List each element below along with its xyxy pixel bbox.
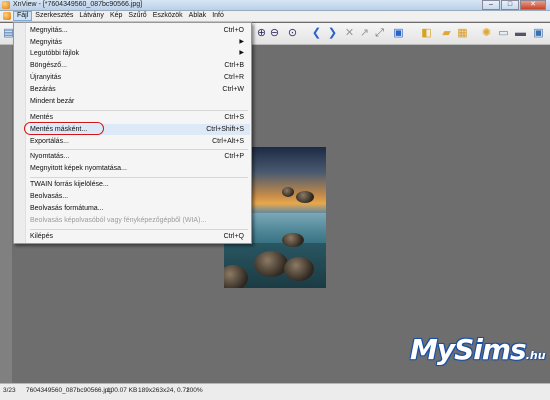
menu-item-shortcut: Ctrl+B [224, 62, 244, 69]
settings-icon[interactable]: ✺ [480, 27, 493, 40]
watermark-suffix: .hu [525, 349, 546, 362]
menu-item-shortcut: Ctrl+W [222, 86, 244, 93]
submenu-arrow-icon: ▶ [239, 50, 244, 56]
image-rock [224, 265, 248, 288]
submenu-arrow-icon: ▶ [239, 39, 244, 45]
menu-edit[interactable]: Szerkesztés [32, 11, 76, 21]
menu-item-twain-source[interactable]: TWAIN forrás kijelölése... [30, 179, 250, 190]
menu-item-open[interactable]: Megnyitás... Ctrl+O [30, 25, 250, 36]
maximize-button[interactable]: □ [501, 0, 519, 10]
save-as-highlight-ring [24, 122, 104, 135]
menu-item-label: Nyomtatás... [30, 153, 70, 160]
folder-icon[interactable]: ▰ [440, 27, 453, 40]
menu-item-label: Kilépés [30, 233, 53, 240]
rotate-icon[interactable]: ✕ [343, 27, 356, 40]
menu-separator [30, 177, 248, 178]
menu-item-label: Legutóbbi fájlok [30, 50, 80, 57]
menu-separator [30, 149, 248, 150]
image-rock [284, 257, 314, 281]
menu-item-shortcut: Ctrl+R [223, 74, 244, 81]
menu-item-print-open-images[interactable]: Megnyitott képek nyomtatása... [30, 163, 250, 174]
menu-item-shortcut: Ctrl+Shift+S [206, 126, 244, 133]
prev-icon[interactable]: ❮ [310, 27, 323, 40]
menu-filter[interactable]: Szűrő [125, 11, 149, 21]
copy-icon[interactable]: ◧ [420, 27, 433, 40]
menu-separator [30, 229, 248, 230]
menu-item-label: Böngésző... [30, 62, 67, 69]
palette-icon[interactable]: ▣ [392, 27, 405, 40]
menu-separator [30, 110, 248, 111]
menu-item-label: Megnyitás... [30, 27, 68, 34]
minimize-button[interactable]: – [482, 0, 500, 10]
title-bar: XnView - [*7604349560_087bc90566.jpg] – … [0, 0, 550, 11]
menu-file[interactable]: Fájl [13, 11, 33, 21]
next-icon[interactable]: ❯ [326, 27, 339, 40]
menu-item-browser[interactable]: Böngésző... Ctrl+B [30, 60, 250, 71]
image-rock [282, 187, 294, 197]
menu-item-open-submenu[interactable]: Megnyitás ▶ [30, 37, 250, 48]
crop-icon[interactable]: ↗ [358, 27, 371, 40]
window-title: XnView - [*7604349560_087bc90566.jpg] [13, 1, 143, 8]
status-dimensions: 189x263x24, 0.72 [138, 387, 190, 394]
menu-item-label: TWAIN forrás kijelölése... [30, 181, 109, 188]
status-filesize: 100.07 KB [107, 387, 138, 394]
menu-item-recent-files[interactable]: Legutóbbi fájlok ▶ [30, 48, 250, 59]
menu-item-print[interactable]: Nyomtatás... Ctrl+P [30, 151, 250, 162]
menu-item-shortcut: Ctrl+Q [223, 233, 244, 240]
resize-icon[interactable]: ⤢ [373, 27, 386, 40]
print-icon[interactable]: ▭ [497, 27, 510, 40]
menu-item-close[interactable]: Bezárás Ctrl+W [30, 84, 250, 95]
menu-item-export[interactable]: Exportálás... Ctrl+Alt+S [30, 136, 250, 147]
menu-item-label: Bezárás [30, 86, 56, 93]
zoom-out-icon[interactable]: ⊖ [268, 27, 281, 40]
zoom-in-icon[interactable]: ⊕ [255, 27, 268, 40]
window-controls: – □ ✕ [481, 0, 546, 10]
file-menu-dropdown: Megnyitás... Ctrl+O Megnyitás ▶ Legutóbb… [13, 22, 252, 244]
menu-image[interactable]: Kép [107, 11, 125, 21]
monitor-icon[interactable]: ▣ [532, 27, 545, 40]
status-filename: 7604349560_087bc90566.jpg [26, 387, 113, 394]
watermark-brand: MySims [410, 333, 527, 366]
menu-item-label: Mindent bezár [30, 98, 75, 105]
status-bar: 3/23 7604349560_087bc90566.jpg 100.07 KB… [0, 383, 550, 400]
image-rock [254, 251, 288, 277]
mysims-watermark-logo: MySims.hu [410, 333, 546, 366]
status-position: 3/23 [3, 387, 16, 394]
menu-view[interactable]: Látvány [76, 11, 107, 21]
status-zoom: 100% [186, 387, 203, 394]
menu-item-label: Beolvasás... [30, 193, 69, 200]
menu-item-label: Exportálás... [30, 138, 69, 145]
menu-info[interactable]: Infó [209, 11, 227, 21]
menu-item-label: Megnyitás [30, 39, 62, 46]
image-rock [296, 191, 314, 203]
zoom-fit-icon[interactable]: ⊙ [286, 27, 299, 40]
menu-item-shortcut: Ctrl+S [224, 114, 244, 121]
menu-item-scan-wia: Beolvasás képolvasóból vagy fényképezőgé… [30, 215, 250, 226]
menu-item-label: Megnyitott képek nyomtatása... [30, 165, 127, 172]
menu-gutter [14, 23, 26, 243]
xnview-app-icon[interactable] [2, 1, 10, 9]
menu-item-close-all[interactable]: Mindent bezár [30, 96, 250, 107]
menu-item-shortcut: Ctrl+Alt+S [212, 138, 244, 145]
image-rock [282, 233, 304, 247]
paste-icon[interactable]: ▦ [456, 27, 469, 40]
menu-item-exit[interactable]: Kilépés Ctrl+Q [30, 231, 250, 242]
menu-tools[interactable]: Eszközök [150, 11, 186, 21]
scan-icon[interactable]: ▬ [514, 27, 527, 40]
menu-item-scan-format[interactable]: Beolvasás formátuma... [30, 203, 250, 214]
left-panel-strip [0, 45, 12, 383]
menu-item-scan[interactable]: Beolvasás... [30, 191, 250, 202]
menu-item-shortcut: Ctrl+P [224, 153, 244, 160]
menu-window[interactable]: Ablak [186, 11, 210, 21]
menu-app-icon[interactable] [3, 12, 11, 20]
menu-item-label: Beolvasás képolvasóból vagy fényképezőgé… [30, 217, 207, 224]
menu-item-label: Beolvasás formátuma... [30, 205, 104, 212]
menu-item-reopen[interactable]: Újranyitás Ctrl+R [30, 72, 250, 83]
menu-item-label: Újranyitás [30, 74, 62, 81]
menu-item-shortcut: Ctrl+O [223, 27, 244, 34]
menu-bar: Fájl Szerkesztés Látvány Kép Szűrő Eszkö… [0, 11, 550, 22]
close-button[interactable]: ✕ [520, 0, 546, 10]
